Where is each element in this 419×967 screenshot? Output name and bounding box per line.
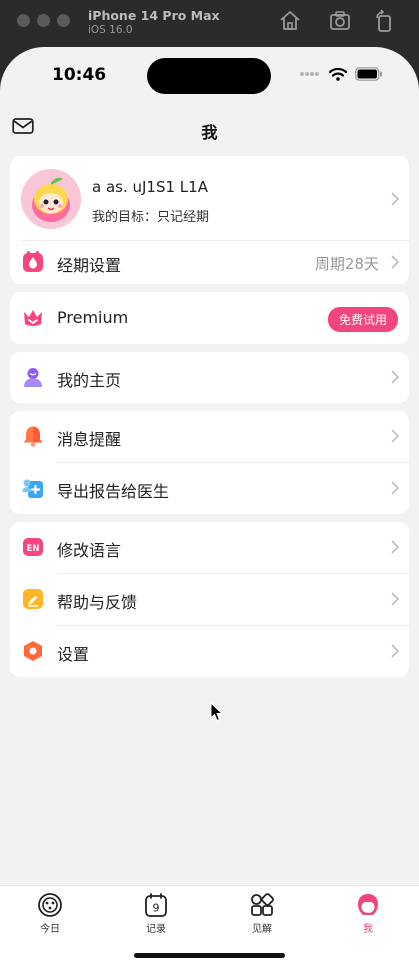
calendar-day: 9: [153, 902, 160, 915]
premium-card[interactable]: Premium 免费试用: [10, 292, 409, 344]
tab-insights-label: 见解: [252, 924, 272, 935]
chevron-right-icon: [391, 192, 399, 206]
simulator-os-version: iOS 16.0: [88, 24, 133, 36]
notifications-row[interactable]: 消息提醒: [10, 411, 409, 462]
profile-goal: 我的目标：只记经期: [92, 210, 210, 225]
battery-icon: [355, 67, 382, 81]
chevron-right-icon: [391, 429, 399, 443]
edit-feedback-icon: [23, 589, 43, 609]
my-homepage-row[interactable]: 我的主页: [10, 352, 409, 403]
chevron-right-icon: [391, 592, 399, 606]
settings-label: 设置: [57, 645, 90, 664]
tab-records[interactable]: 9 记录: [116, 892, 196, 935]
minimize-window-icon[interactable]: [37, 14, 50, 27]
language-label: 修改语言: [57, 541, 122, 560]
page-title: 我: [201, 123, 218, 142]
phone-screen: 10:46 我 a as. uJ1S1 L1A 我的目标：只记经期 经期设置 周…: [0, 47, 419, 967]
status-indicators: [299, 67, 383, 81]
premium-row[interactable]: Premium 免费试用: [10, 292, 409, 343]
language-en-icon: EN: [23, 538, 43, 556]
tab-today[interactable]: 今日: [10, 892, 90, 935]
grid-icon: [251, 893, 274, 916]
period-calendar-icon: [23, 251, 43, 272]
today-icon: [38, 893, 62, 917]
simulator-device-name: iPhone 14 Pro Max: [88, 8, 220, 23]
chevron-right-icon: [391, 644, 399, 658]
help-feedback-label: 帮助与反馈: [57, 593, 138, 612]
doctor-report-icon: [22, 479, 43, 498]
user-icon: [24, 368, 42, 387]
notifications-label: 消息提醒: [57, 430, 122, 449]
screenshot-button-icon[interactable]: [328, 9, 352, 33]
avatar[interactable]: [21, 169, 81, 229]
cycle-length-value: 周期28天: [314, 255, 379, 273]
chevron-right-icon: [391, 255, 399, 269]
language-row[interactable]: EN 修改语言: [10, 522, 409, 573]
premium-label: Premium: [57, 308, 129, 327]
mouse-cursor-icon: [210, 702, 224, 722]
free-trial-badge[interactable]: 免费试用: [327, 307, 398, 332]
calendar-icon: 9: [145, 893, 167, 917]
dynamic-island: [147, 58, 271, 94]
crown-icon: [24, 310, 42, 326]
tab-insights[interactable]: 见解: [222, 892, 302, 935]
export-report-row[interactable]: 导出报告给医生: [10, 463, 409, 514]
settings-hexagon-icon: [24, 641, 42, 661]
svg-text:EN: EN: [27, 544, 40, 554]
chevron-right-icon: [391, 481, 399, 495]
period-settings-row[interactable]: 经期设置 周期28天: [10, 241, 409, 284]
period-settings-label: 经期设置: [57, 256, 122, 275]
simulator-toolbar: iPhone 14 Pro Max iOS 16.0: [0, 0, 419, 47]
notify-export-card: 消息提醒 导出报告给医生: [10, 411, 409, 514]
status-time: 10:46: [52, 65, 107, 85]
profile-name: a as. uJ1S1 L1A: [92, 178, 208, 196]
tab-today-label: 今日: [40, 924, 60, 935]
settings-card: EN 修改语言 帮助与反馈 设置: [10, 522, 409, 677]
profile-card: a as. uJ1S1 L1A 我的目标：只记经期 经期设置 周期28天: [10, 156, 409, 284]
profile-icon: [358, 894, 378, 915]
wifi-icon: [329, 67, 347, 81]
chevron-right-icon: [391, 370, 399, 384]
rotate-button-icon[interactable]: [372, 9, 396, 33]
tab-me[interactable]: 我: [328, 892, 408, 935]
my-homepage-label: 我的主页: [57, 371, 122, 390]
help-feedback-row[interactable]: 帮助与反馈: [10, 574, 409, 625]
signal-dots-icon: [300, 72, 319, 76]
avatar-character-icon: [21, 169, 81, 229]
tab-records-label: 记录: [146, 924, 166, 935]
close-window-icon[interactable]: [17, 14, 30, 27]
chevron-right-icon: [391, 540, 399, 554]
home-button-icon[interactable]: [278, 9, 302, 33]
tab-me-label: 我: [363, 924, 373, 935]
settings-row[interactable]: 设置: [10, 626, 409, 677]
export-report-label: 导出报告给医生: [57, 482, 170, 501]
zoom-window-icon[interactable]: [57, 14, 70, 27]
home-indicator[interactable]: [134, 953, 285, 958]
homepage-card: 我的主页: [10, 352, 409, 403]
profile-row[interactable]: a as. uJ1S1 L1A 我的目标：只记经期: [10, 156, 409, 241]
bell-icon: [23, 426, 43, 447]
